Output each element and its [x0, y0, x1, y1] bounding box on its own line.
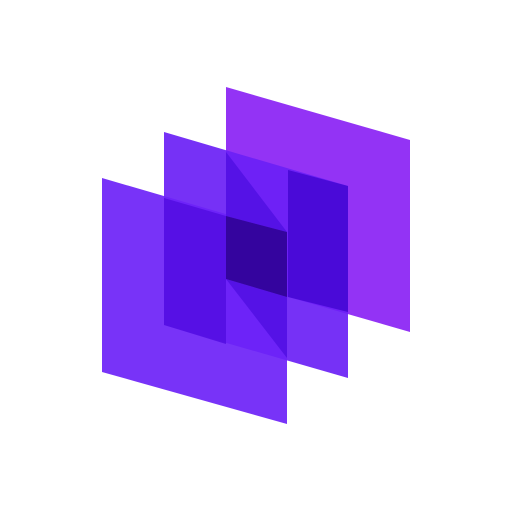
overlap-band-right [288, 170, 348, 312]
logo-canvas [0, 0, 512, 512]
stacked-layers-logo-icon [102, 87, 410, 424]
overlap-band-left [164, 198, 226, 344]
